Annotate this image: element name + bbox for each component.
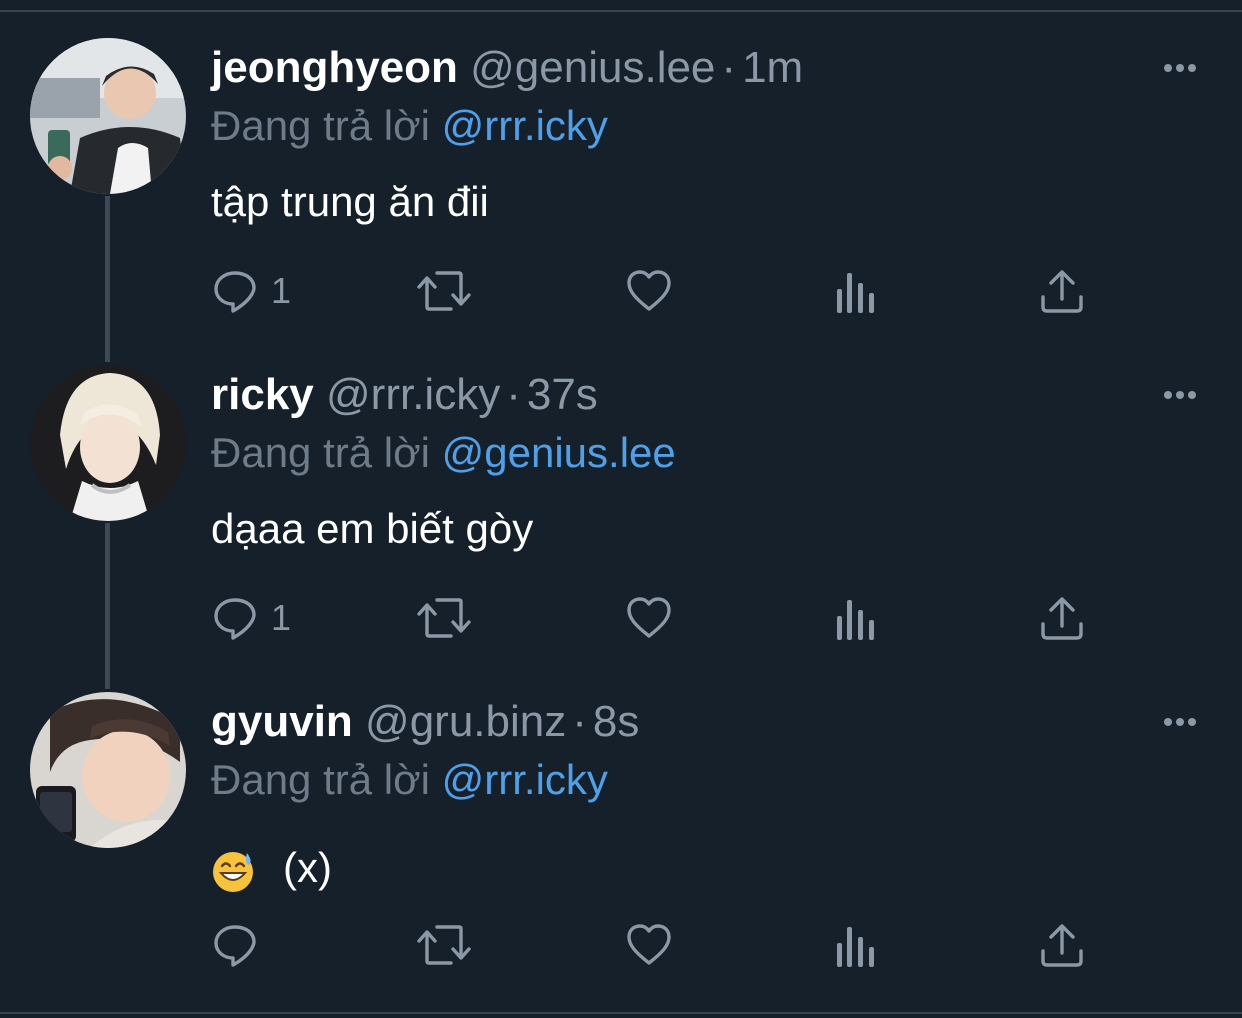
retweet-icon	[417, 925, 471, 965]
separator: ·	[721, 43, 737, 92]
avatar[interactable]	[30, 38, 186, 194]
action-bar: 1	[211, 593, 1091, 643]
display-name[interactable]: ricky	[211, 370, 314, 419]
like-icon	[627, 597, 671, 638]
views-button[interactable]	[835, 920, 877, 970]
like-icon	[627, 924, 671, 965]
thread-connector-line	[105, 196, 110, 362]
more-icon[interactable]	[1158, 58, 1202, 78]
share-icon	[1041, 270, 1083, 313]
avatar[interactable]	[30, 692, 186, 848]
share-icon	[1041, 597, 1083, 640]
reply-icon	[214, 925, 256, 967]
timestamp[interactable]: 37s	[527, 370, 598, 419]
tweet-header: ricky @rrr.icky · 37s	[211, 369, 598, 421]
reply-icon	[214, 271, 256, 313]
views-icon	[837, 927, 874, 967]
retweet-icon	[417, 271, 471, 311]
like-button[interactable]	[625, 920, 673, 970]
like-button[interactable]	[625, 266, 673, 316]
reply-icon	[214, 598, 256, 640]
reply-button[interactable]	[211, 920, 271, 970]
mention-link[interactable]: @rrr.icky	[442, 102, 608, 149]
retweet-button[interactable]	[415, 266, 473, 316]
display-name[interactable]: jeonghyeon	[211, 43, 458, 92]
reply-count: 1	[271, 597, 292, 638]
grinning-face-with-sweat-emoji	[213, 851, 253, 892]
timestamp[interactable]: 8s	[593, 697, 639, 746]
share-icon	[1041, 924, 1083, 967]
replying-to: Đang trả lời @rrr.icky	[211, 754, 608, 806]
display-name[interactable]: gyuvin	[211, 697, 353, 746]
like-button[interactable]	[625, 593, 673, 643]
like-icon	[627, 270, 671, 311]
tweet-text-container: (x)	[211, 842, 332, 894]
user-handle[interactable]: @genius.lee	[470, 43, 715, 92]
share-button[interactable]	[1039, 920, 1085, 970]
views-button[interactable]	[835, 593, 877, 643]
bottom-divider	[0, 1012, 1242, 1014]
tweet-header: jeonghyeon @genius.lee · 1m	[211, 42, 803, 94]
action-bar	[211, 920, 1091, 970]
separator: ·	[572, 697, 587, 746]
reply-count: 1	[271, 270, 292, 311]
more-icon[interactable]	[1158, 385, 1202, 405]
tweet-text: dạaa em biết gòy	[211, 505, 534, 552]
top-divider	[0, 10, 1242, 12]
thread-connector-line	[105, 523, 110, 689]
share-button[interactable]	[1039, 593, 1085, 643]
user-handle[interactable]: @gru.binz	[365, 697, 566, 746]
replying-label: Đang trả lời	[211, 102, 430, 149]
views-icon	[837, 600, 874, 640]
replying-to: Đang trả lời @rrr.icky	[211, 100, 608, 152]
timestamp[interactable]: 1m	[742, 43, 803, 92]
more-icon[interactable]	[1158, 712, 1202, 732]
views-icon	[837, 273, 874, 313]
replying-label: Đang trả lời	[211, 429, 430, 476]
replying-to: Đang trả lời @genius.lee	[211, 427, 676, 479]
reply-button[interactable]: 1	[211, 266, 291, 316]
action-bar: 1	[211, 266, 1091, 316]
mention-link[interactable]: @rrr.icky	[442, 756, 608, 803]
retweet-icon	[417, 598, 471, 638]
reply-button[interactable]: 1	[211, 593, 291, 643]
separator: ·	[506, 370, 521, 419]
views-button[interactable]	[835, 266, 877, 316]
tweet-text: (x)	[283, 844, 332, 891]
retweet-button[interactable]	[415, 920, 473, 970]
share-button[interactable]	[1039, 266, 1085, 316]
user-handle[interactable]: @rrr.icky	[326, 370, 500, 419]
tweet-text: tập trung ăn đii	[211, 178, 489, 225]
replying-label: Đang trả lời	[211, 756, 430, 803]
mention-link[interactable]: @genius.lee	[442, 429, 676, 476]
tweet-header: gyuvin @gru.binz · 8s	[211, 696, 639, 748]
retweet-button[interactable]	[415, 593, 473, 643]
avatar[interactable]	[30, 365, 186, 521]
